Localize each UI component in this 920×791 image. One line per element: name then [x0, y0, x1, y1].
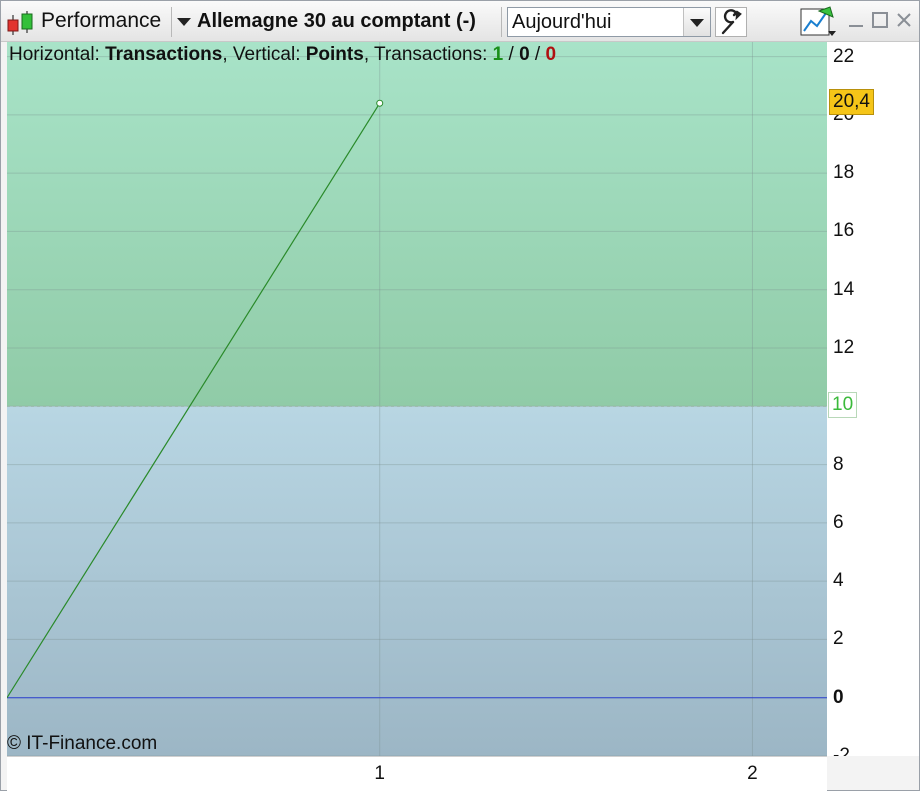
instrument-selector[interactable]: Allemagne 30 au comptant (-): [177, 1, 476, 41]
vertical-value: Points: [305, 44, 364, 65]
chart-options-button[interactable]: [799, 5, 839, 39]
count-separator: /: [529, 44, 546, 65]
last-data-point[interactable]: [376, 99, 384, 107]
threshold-tag: 10: [828, 392, 858, 418]
maximize-icon[interactable]: [871, 11, 889, 29]
y-tick-label: 18: [833, 162, 855, 184]
count-separator: /: [503, 44, 520, 65]
y-tick-label: 8: [833, 453, 844, 475]
toolbar-divider: [501, 7, 502, 37]
period-dropdown[interactable]: Aujourd'hui: [507, 7, 711, 37]
candlestick-icon[interactable]: [5, 9, 37, 37]
x-axis[interactable]: 12: [7, 756, 827, 791]
chart-canvas: [7, 42, 827, 756]
chart-info: Horizontal: Transactions, Vertical: Poin…: [9, 44, 556, 66]
toolbar-divider: [171, 7, 172, 37]
y-tick-label: 16: [833, 220, 855, 242]
y-tick-label: 2: [833, 628, 844, 650]
performance-chart[interactable]: [7, 42, 827, 756]
window-title: Performance: [41, 9, 162, 32]
y-tick-label: 14: [833, 278, 855, 300]
horizontal-value: Transactions: [105, 44, 223, 65]
period-value: Aujourd'hui: [512, 11, 612, 33]
last-value-tag: 20,4: [829, 89, 874, 115]
dropdown-arrow-icon[interactable]: [683, 8, 710, 36]
axis-corner: [827, 756, 919, 790]
wrench-icon: [721, 9, 742, 35]
toolbar: Performance Allemagne 30 au comptant (-)…: [1, 1, 919, 42]
minimize-icon[interactable]: [847, 11, 865, 29]
copyright-text: © IT-Finance.com: [7, 733, 158, 754]
vertical-label: , Vertical:: [222, 44, 306, 65]
profit-zone: [7, 42, 827, 407]
x-tick-label: 1: [374, 763, 386, 784]
y-tick-label: 12: [833, 337, 855, 358]
y-tick-label: 4: [833, 570, 844, 592]
instrument-label: Allemagne 30 au comptant (-): [197, 9, 476, 32]
transactions-label: , Transactions:: [363, 44, 493, 65]
chevron-down-icon: [177, 18, 191, 26]
y-tick-label: 22: [833, 45, 855, 67]
losing-count: 0: [545, 44, 557, 65]
x-tick-label: 2: [747, 763, 758, 784]
winning-count: 1: [492, 44, 504, 65]
performance-window: Performance Allemagne 30 au comptant (-)…: [0, 0, 920, 791]
neutral-count: 0: [519, 44, 530, 65]
close-icon[interactable]: [895, 11, 913, 29]
settings-button[interactable]: [715, 7, 747, 37]
horizontal-label: Horizontal:: [9, 44, 106, 65]
y-tick-label: 0: [833, 686, 844, 708]
y-tick-label: 6: [833, 511, 844, 533]
